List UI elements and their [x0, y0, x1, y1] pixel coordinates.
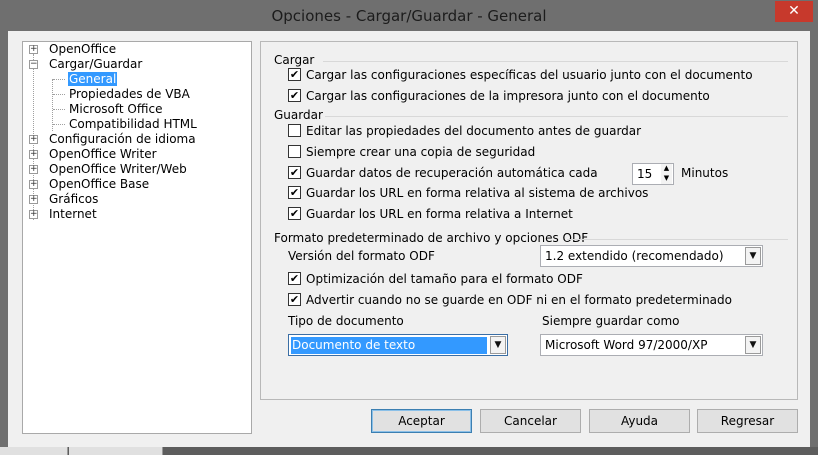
tree-branch	[53, 124, 65, 125]
option-label: Cargar las configuraciones específicas d…	[306, 68, 753, 82]
section-divider	[325, 116, 788, 117]
title-bar[interactable]: Opciones - Cargar/Guardar - General ✕	[0, 0, 818, 33]
ok-button[interactable]: Aceptar	[371, 409, 472, 433]
checkbox[interactable]: ✔	[288, 186, 301, 199]
option-label: Guardar los URL en forma relativa al sis…	[306, 186, 649, 200]
expand-icon[interactable]: +	[29, 195, 38, 204]
tree-item-label: Cargar/Guardar	[49, 57, 143, 71]
odf-version-label: Versión del formato ODF	[288, 249, 435, 263]
section-title-cargar: Cargar	[274, 53, 315, 67]
tree-item-label: OpenOffice Base	[49, 177, 150, 191]
checkbox[interactable]: ✔	[288, 166, 301, 179]
checkbox[interactable]: ✔	[288, 272, 301, 285]
section-divider	[567, 239, 788, 240]
spin-down-icon[interactable]: ▼	[661, 174, 672, 184]
tree-item-label: Propiedades de VBA	[69, 87, 190, 101]
options-tree[interactable]: + OpenOffice − Cargar/Guardar General Pr…	[22, 41, 252, 434]
back-button[interactable]: Regresar	[697, 409, 798, 433]
tree-item-label: Compatibilidad HTML	[69, 117, 197, 131]
checkbox[interactable]: ✔	[288, 89, 301, 102]
chevron-down-icon[interactable]: ▼	[745, 336, 761, 354]
odf-version-select[interactable]: 1.2 extendido (recomendado) ▼	[540, 245, 763, 267]
spinner-value[interactable]: 15	[637, 167, 652, 181]
autorecovery-minutes-spinner[interactable]: 15 ▲ ▼	[632, 163, 674, 185]
option-label: Advertir cuando no se guarde en ODF ni e…	[306, 293, 732, 307]
tree-item-vba[interactable]: Propiedades de VBA	[69, 87, 190, 102]
autorecovery-unit-label: Minutos	[681, 166, 729, 180]
select-value: Documento de texto	[291, 337, 487, 354]
tree-item-label: Configuración de idioma	[49, 132, 196, 146]
expand-icon[interactable]: +	[29, 180, 38, 189]
checkbox[interactable]: ✔	[288, 207, 301, 220]
tree-branch	[53, 109, 65, 110]
tree-item-label: Gráficos	[49, 192, 99, 206]
dialog-body: + OpenOffice − Cargar/Guardar General Pr…	[8, 31, 810, 447]
expand-icon[interactable]: +	[29, 135, 38, 144]
option-label: Siempre crear una copia de seguridad	[306, 145, 536, 159]
option-label: Editar las propiedades del documento ant…	[306, 124, 642, 138]
tree-item-general[interactable]: General	[68, 72, 118, 87]
spin-up-icon[interactable]: ▲	[661, 164, 672, 174]
option-label: Optimización del tamaño para el formato …	[306, 272, 583, 286]
close-button[interactable]: ✕	[775, 1, 813, 22]
section-divider	[323, 61, 788, 62]
option-label: Guardar datos de recuperación automática…	[306, 166, 598, 180]
tree-item-label: OpenOffice Writer/Web	[49, 162, 187, 176]
background-strip	[0, 447, 818, 455]
tree-item-label: Microsoft Office	[69, 102, 163, 116]
tree-item-microsoft-office[interactable]: Microsoft Office	[69, 102, 162, 117]
checkbox[interactable]: ✔	[288, 68, 301, 81]
expand-icon[interactable]: +	[29, 210, 38, 219]
section-title-guardar: Guardar	[274, 108, 323, 122]
document-type-label: Tipo de documento	[288, 314, 404, 328]
collapse-icon[interactable]: −	[29, 60, 38, 69]
option-label: Cargar las configuraciones de la impreso…	[306, 89, 710, 103]
chevron-down-icon[interactable]: ▼	[745, 247, 761, 265]
expand-icon[interactable]: +	[29, 150, 38, 159]
tree-item-html[interactable]: Compatibilidad HTML	[69, 117, 197, 132]
chevron-down-icon[interactable]: ▼	[490, 336, 506, 354]
options-dialog: Opciones - Cargar/Guardar - General ✕ + …	[0, 0, 818, 455]
tree-item-label: General	[68, 72, 118, 86]
expand-icon[interactable]: +	[29, 45, 38, 54]
tree-branch	[53, 79, 65, 80]
select-value: 1.2 extendido (recomendado)	[545, 249, 724, 263]
option-label: Guardar los URL en forma relativa a Inte…	[306, 207, 573, 221]
options-panel: Cargar ✔ Cargar las configuraciones espe…	[260, 41, 798, 400]
save-as-label: Siempre guardar como	[542, 314, 680, 328]
background-segment	[69, 447, 163, 455]
window-title: Opciones - Cargar/Guardar - General	[271, 7, 547, 25]
save-as-select[interactable]: Microsoft Word 97/2000/XP ▼	[540, 334, 763, 356]
checkbox[interactable]: ✔	[288, 293, 301, 306]
help-button[interactable]: Ayuda	[589, 409, 690, 433]
document-type-select[interactable]: Documento de texto ▼	[288, 334, 508, 356]
expand-icon[interactable]: +	[29, 165, 38, 174]
background-segment	[0, 447, 68, 455]
tree-item-label: Internet	[49, 207, 97, 221]
select-value: Microsoft Word 97/2000/XP	[545, 338, 708, 352]
tree-item-label: OpenOffice Writer	[49, 147, 157, 161]
cancel-button[interactable]: Cancelar	[480, 409, 581, 433]
tree-branch	[53, 94, 65, 95]
checkbox[interactable]	[288, 145, 301, 158]
checkbox[interactable]	[288, 124, 301, 137]
section-title-odf: Formato predeterminado de archivo y opci…	[274, 231, 589, 245]
tree-item-label: OpenOffice	[49, 42, 117, 56]
